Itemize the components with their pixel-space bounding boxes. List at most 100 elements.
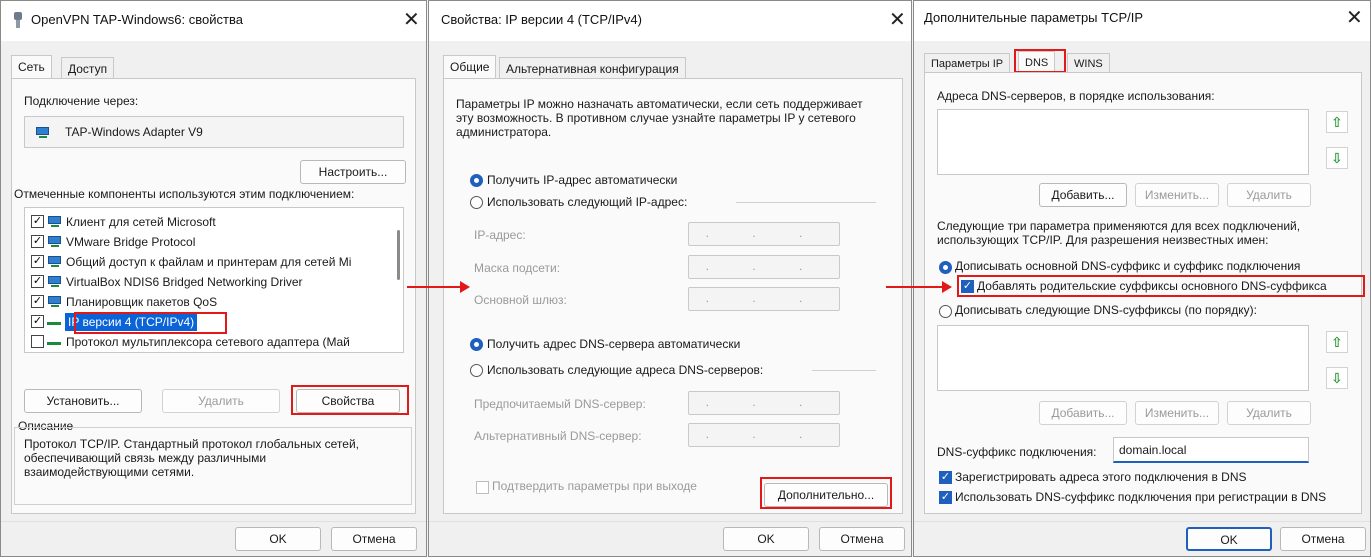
component-label: VMware Bridge Protocol (66, 235, 196, 249)
button-bar: OK Отмена (429, 521, 911, 556)
close-icon[interactable]: ✕ (889, 8, 906, 30)
move-down-icon[interactable]: ⇩ (1326, 367, 1348, 389)
ok-button[interactable]: OK (1186, 527, 1272, 551)
subnet-mask-label: Маска подсети: (474, 261, 561, 275)
tab-panel: Подключение через: TAP-Windows Adapter V… (11, 78, 416, 514)
add-dns-server-button[interactable]: Добавить... (1039, 183, 1127, 207)
advanced-tcpip-window: Дополнительные параметры TCP/IP ✕ Параме… (913, 0, 1371, 557)
tab-ip-settings[interactable]: Параметры IP (924, 53, 1011, 73)
close-icon[interactable]: ✕ (1346, 6, 1363, 28)
network-adapter-icon (35, 127, 51, 139)
append-primary-label: Дописывать основной DNS-суффикс и суффик… (955, 259, 1301, 273)
highlight-append-parent (957, 275, 1365, 297)
component-label: Протокол мультиплексора сетевого адаптер… (66, 335, 350, 349)
alternate-dns-field[interactable]: . . . (688, 423, 840, 447)
cancel-button[interactable]: Отмена (1280, 527, 1366, 551)
move-up-icon[interactable]: ⇧ (1326, 331, 1348, 353)
ok-button[interactable]: OK (723, 527, 809, 551)
adapter-name: TAP-Windows Adapter V9 (65, 125, 203, 139)
intro-text: Параметры IP можно назначать автоматичес… (456, 97, 863, 139)
validate-checkbox[interactable] (476, 481, 489, 494)
connect-via-label: Подключение через: (24, 94, 139, 108)
network-protocol-icon (47, 236, 63, 248)
component-checkbox[interactable]: ✓ (31, 295, 44, 308)
auto-ip-label: Получить IP-адрес автоматически (487, 173, 678, 187)
move-up-icon[interactable]: ⇧ (1326, 111, 1348, 133)
highlight-advanced (760, 477, 892, 509)
register-checkbox[interactable]: ✓ (939, 471, 952, 484)
cancel-button[interactable]: Отмена (819, 527, 905, 551)
edit-dns-server-button[interactable]: Изменить... (1135, 183, 1219, 207)
gateway-field[interactable]: . . . (688, 287, 840, 311)
dns-servers-list[interactable] (937, 109, 1309, 175)
manual-dns-radio[interactable] (470, 364, 483, 377)
add-suffix-button[interactable]: Добавить... (1039, 401, 1127, 425)
dns-suffix-list[interactable] (937, 325, 1309, 391)
component-checkbox[interactable]: ✓ (31, 215, 44, 228)
description-text: Протокол TCP/IP. Стандартный протокол гл… (24, 437, 359, 479)
ip-address-label: IP-адрес: (474, 228, 526, 242)
subnet-mask-field[interactable]: . . . (688, 255, 840, 279)
close-icon[interactable]: ✕ (403, 8, 420, 30)
tab-alternate-config[interactable]: Альтернативная конфигурация (499, 57, 686, 78)
component-label: Клиент для сетей Microsoft (66, 215, 216, 229)
manual-ip-label: Использовать следующий IP-адрес: (487, 195, 688, 209)
adapter-box: TAP-Windows Adapter V9 (24, 116, 404, 148)
tab-general[interactable]: Общие (443, 55, 497, 79)
group-line (736, 202, 876, 203)
window-title: Дополнительные параметры TCP/IP (924, 10, 1144, 25)
manual-dns-label: Использовать следующие адреса DNS-сервер… (487, 363, 764, 377)
gateway-label: Основной шлюз: (474, 293, 567, 307)
title-bar: Дополнительные параметры TCP/IP ✕ (914, 1, 1370, 41)
remove-button[interactable]: Удалить (162, 389, 280, 413)
cancel-button[interactable]: Отмена (331, 527, 417, 551)
network-service-icon (47, 256, 63, 268)
remove-suffix-button[interactable]: Удалить (1227, 401, 1311, 425)
validate-label: Подтвердить параметры при выходе (492, 479, 697, 493)
flow-arrow-line (886, 286, 944, 288)
group-line (812, 370, 876, 371)
append-primary-radio[interactable] (939, 261, 952, 274)
list-scrollbar[interactable] (397, 230, 400, 280)
component-label: Планировщик пакетов QoS (66, 295, 218, 309)
highlight-dns-tab (1014, 49, 1066, 73)
move-down-icon[interactable]: ⇩ (1326, 147, 1348, 169)
auto-dns-radio[interactable] (470, 338, 483, 351)
ok-button[interactable]: OK (235, 527, 321, 551)
remove-dns-server-button[interactable]: Удалить (1227, 183, 1311, 207)
ip-address-field[interactable]: . . . (688, 222, 840, 246)
auto-dns-label: Получить адрес DNS-сервера автоматически (487, 337, 741, 351)
dns-servers-label: Адреса DNS-серверов, в порядке использов… (937, 89, 1215, 103)
network-adapter-properties-window: OpenVPN TAP-Windows6: свойства ✕ Сеть До… (0, 0, 427, 557)
register-label: Зарегистрировать адреса этого подключени… (955, 470, 1247, 484)
preferred-dns-field[interactable]: . . . (688, 391, 840, 415)
component-label: Общий доступ к файлам и принтерам для се… (66, 255, 352, 269)
manual-ip-radio[interactable] (470, 196, 483, 209)
ipv4-properties-window: Свойства: IP версии 4 (TCP/IPv4) ✕ Общие… (428, 0, 912, 557)
tab-network[interactable]: Сеть (11, 55, 52, 79)
edit-suffix-button[interactable]: Изменить... (1135, 401, 1219, 425)
network-protocol-icon (47, 276, 63, 288)
component-checkbox[interactable]: ✓ (31, 235, 44, 248)
component-checkbox[interactable]: ✓ (31, 275, 44, 288)
alternate-dns-label: Альтернативный DNS-сервер: (474, 429, 642, 443)
highlight-ipv4 (74, 312, 227, 334)
conn-suffix-value: domain.local (1119, 443, 1187, 457)
install-button[interactable]: Установить... (24, 389, 142, 413)
window-title: OpenVPN TAP-Windows6: свойства (31, 12, 243, 27)
auto-ip-radio[interactable] (470, 174, 483, 187)
configure-button[interactable]: Настроить... (300, 160, 406, 184)
component-checkbox[interactable]: ✓ (31, 315, 44, 328)
conn-suffix-input[interactable]: domain.local (1113, 437, 1309, 463)
use-suffix-checkbox[interactable]: ✓ (939, 491, 952, 504)
components-label: Отмеченные компоненты используются этим … (14, 187, 355, 201)
append-these-radio[interactable] (939, 305, 952, 318)
component-checkbox[interactable] (31, 335, 44, 348)
component-checkbox[interactable]: ✓ (31, 255, 44, 268)
tab-sharing[interactable]: Доступ (61, 57, 115, 78)
following-params-text: Следующие три параметра применяются для … (937, 219, 1301, 247)
window-title: Свойства: IP версии 4 (TCP/IPv4) (441, 12, 642, 27)
conn-suffix-label: DNS-суффикс подключения: (937, 445, 1097, 459)
window-plug-icon (13, 12, 23, 28)
tab-wins[interactable]: WINS (1067, 53, 1110, 73)
